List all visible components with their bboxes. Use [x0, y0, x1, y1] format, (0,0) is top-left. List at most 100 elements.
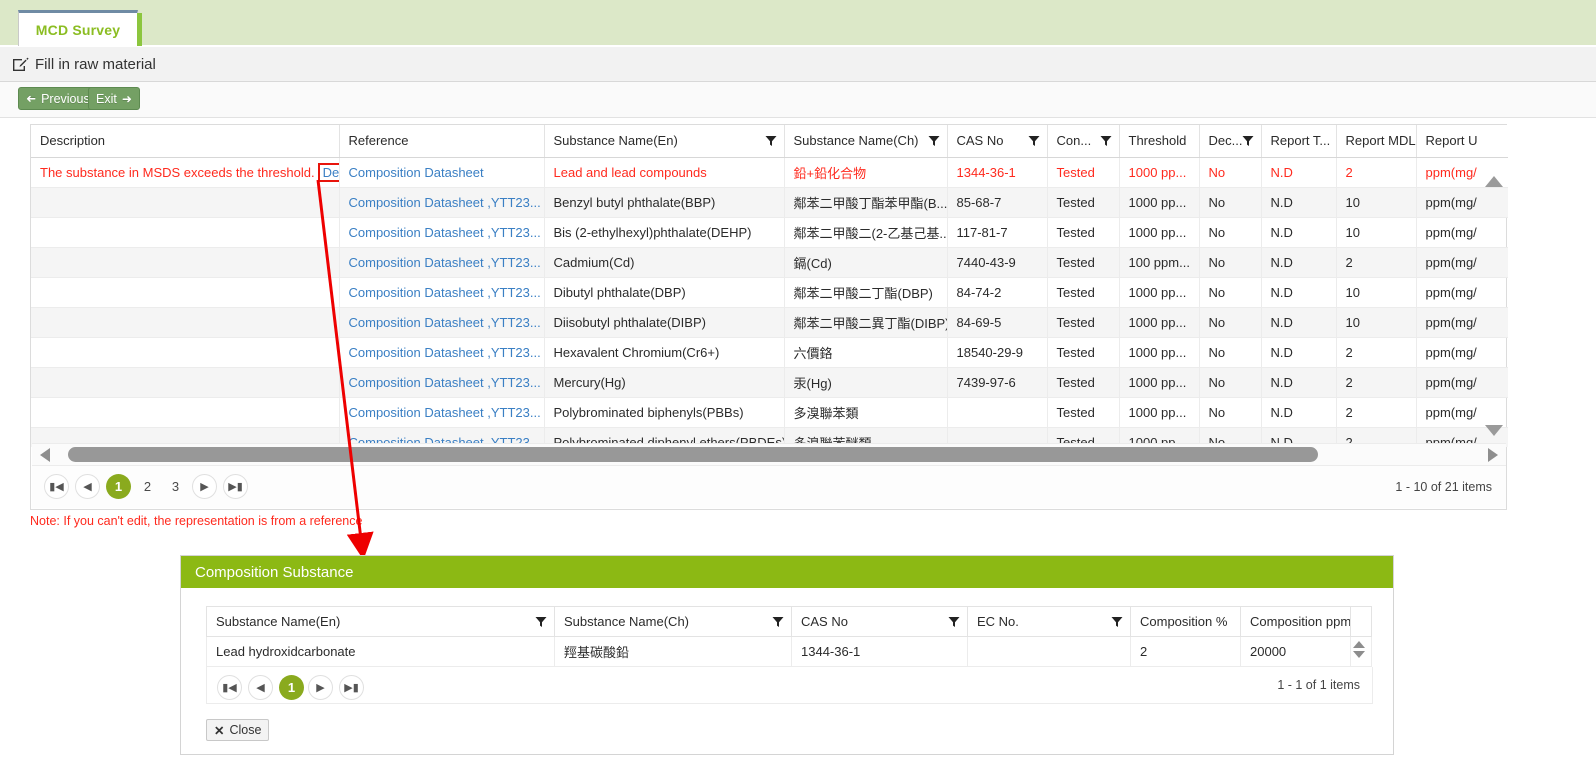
scroll-right-icon[interactable] — [1488, 448, 1498, 462]
dialog-pager-prev-button[interactable]: ◀ — [248, 675, 273, 700]
filter-icon[interactable] — [1242, 135, 1254, 147]
cell-threshold: 1000 pp... — [1119, 217, 1200, 248]
dialog-close-label: Close — [229, 723, 262, 737]
spinner-icon[interactable] — [1353, 641, 1365, 663]
reference-link[interactable]: Composition Datasheet ,YTT23... — [349, 225, 541, 240]
dialog-close-button[interactable]: ✕ Close — [206, 719, 270, 741]
cell-reference[interactable]: Composition Datasheet ,YTT23... — [339, 277, 545, 308]
filter-icon[interactable] — [765, 135, 777, 147]
grid-pager: ▮◀ ◀ 1 2 3 ▶ ▶▮ 1 - 10 of 21 items — [32, 465, 1506, 508]
scroll-left-icon[interactable] — [40, 448, 50, 462]
cell-value: ppm(mg/ — [1425, 284, 1477, 300]
spinner-down-icon[interactable] — [1353, 651, 1365, 658]
cell-value: 7440-43-9 — [956, 254, 1016, 270]
cell-reference[interactable]: Composition Datasheet — [339, 157, 545, 188]
cell-reference[interactable]: Composition Datasheet ,YTT23... — [339, 367, 545, 398]
dialog-pager-first-button[interactable]: ▮◀ — [217, 675, 242, 700]
pager-page-1[interactable]: 1 — [106, 474, 131, 499]
reference-link[interactable]: Composition Datasheet ,YTT23... — [349, 285, 541, 300]
filter-icon[interactable] — [1100, 135, 1112, 147]
dialog-column-header[interactable]: Composition ppm(m... — [1240, 606, 1351, 637]
dialog-pager-next-button[interactable]: ▶ — [308, 675, 333, 700]
grid-column-header[interactable]: Reference — [339, 125, 545, 158]
grid-column-header[interactable]: Report U — [1416, 125, 1508, 158]
tab-mcd-survey[interactable]: MCD Survey — [18, 10, 138, 46]
cell-declare: No — [1199, 367, 1262, 398]
grid-column-label: Report U — [1425, 133, 1478, 149]
table-row[interactable]: Composition Datasheet ,YTT23... Mercury(H… — [31, 367, 1508, 398]
dialog-pager-last-button[interactable]: ▶▮ — [339, 675, 364, 700]
reference-link[interactable]: Composition Datasheet — [349, 165, 484, 180]
dialog-column-header[interactable]: CAS No — [791, 606, 968, 637]
cell-reference[interactable]: Composition Datasheet ,YTT23... — [339, 247, 545, 278]
cell-reference[interactable]: Composition Datasheet ,YTT23... — [339, 187, 545, 218]
grid-column-header[interactable]: Threshold — [1119, 125, 1200, 158]
exit-button[interactable]: Exit ➜ — [88, 87, 140, 110]
pager-page-2[interactable]: 2 — [135, 474, 160, 499]
dialog-cell-ec-no — [967, 636, 1131, 667]
cell-description — [31, 187, 340, 218]
cell-reference[interactable]: Composition Datasheet ,YTT23... — [339, 307, 545, 338]
cell-threshold: 1000 pp... — [1119, 307, 1200, 338]
grid-scroll-viewport[interactable]: Description Reference Substance Name(En) Su… — [31, 125, 1508, 447]
pager-next-button[interactable]: ▶ — [192, 474, 217, 499]
dialog-pager-page-1[interactable]: 1 — [279, 675, 304, 700]
reference-link[interactable]: Composition Datasheet ,YTT23... — [349, 345, 541, 360]
grid-horizontal-scrollbar[interactable] — [32, 443, 1506, 466]
cell-declare: No — [1199, 217, 1262, 248]
grid-column-header[interactable]: Con... — [1047, 125, 1120, 158]
scroll-down-icon[interactable] — [1485, 425, 1503, 436]
grid-column-header[interactable]: Dec... — [1199, 125, 1262, 158]
filter-icon[interactable] — [948, 616, 960, 628]
dialog-cell-spinner[interactable] — [1350, 636, 1372, 667]
reference-link[interactable]: Composition Datasheet ,YTT23... — [349, 255, 541, 270]
cell-report-t: N.D — [1261, 187, 1337, 218]
cell-reference[interactable]: Composition Datasheet ,YTT23... — [339, 337, 545, 368]
dialog-column-label: EC No. — [977, 614, 1019, 629]
table-row[interactable]: Composition Datasheet ,YTT23... Cadmium(C… — [31, 247, 1508, 278]
reference-link[interactable]: Composition Datasheet ,YTT23... — [349, 195, 541, 210]
scroll-up-icon[interactable] — [1485, 176, 1503, 187]
dialog-column-header[interactable]: Composition % — [1130, 606, 1241, 637]
filter-icon[interactable] — [1028, 135, 1040, 147]
filter-icon[interactable] — [1111, 616, 1123, 628]
horizontal-scroll-thumb[interactable] — [68, 447, 1318, 462]
table-row[interactable]: Composition Datasheet ,YTT23... Diisobuty… — [31, 307, 1508, 338]
table-row[interactable]: Composition Datasheet ,YTT23... Hexavalen… — [31, 337, 1508, 368]
dialog-column-header[interactable] — [1350, 606, 1372, 637]
grid-column-header[interactable]: CAS No — [947, 125, 1048, 158]
pager-first-button[interactable]: ▮◀ — [44, 474, 69, 499]
dialog-title: Composition Substance — [195, 563, 354, 581]
reference-link[interactable]: Composition Datasheet ,YTT23... — [349, 405, 541, 420]
grid-column-header[interactable]: Substance Name(En) — [544, 125, 785, 158]
dialog-column-header[interactable]: Substance Name(En) — [206, 606, 555, 637]
cell-value: 多溴聯苯類 — [793, 405, 859, 421]
dialog-column-header[interactable]: Substance Name(Ch) — [554, 606, 792, 637]
cell-value: Tested — [1056, 314, 1095, 330]
grid-column-header[interactable]: Description — [31, 125, 340, 158]
reference-link[interactable]: Composition Datasheet ,YTT23... — [349, 375, 541, 390]
table-row[interactable]: Composition Datasheet ,YTT23... Polybromi… — [31, 397, 1508, 428]
filter-icon[interactable] — [535, 616, 547, 628]
dialog-table-row[interactable]: Lead hydroxidcarbonate 羥基碳酸鉛 1344-36-1 2 200… — [206, 636, 1372, 667]
table-row[interactable]: Composition Datasheet ,YTT23... Benzyl bu… — [31, 187, 1508, 218]
filter-icon[interactable] — [772, 616, 784, 628]
dialog-column-header[interactable]: EC No. — [967, 606, 1131, 637]
previous-button[interactable]: ➜ Previous — [18, 87, 98, 110]
grid-column-header[interactable]: Report MDL — [1336, 125, 1417, 158]
table-row[interactable]: Composition Datasheet ,YTT23... Bis (2-et… — [31, 217, 1508, 248]
pager-prev-button[interactable]: ◀ — [75, 474, 100, 499]
grid-column-header[interactable]: Substance Name(Ch) — [784, 125, 948, 158]
spinner-up-icon[interactable] — [1353, 641, 1365, 648]
detail-link[interactable]: Detail — [317, 162, 338, 182]
reference-link[interactable]: Composition Datasheet ,YTT23... — [349, 315, 541, 330]
cell-reference[interactable]: Composition Datasheet ,YTT23... — [339, 217, 545, 248]
grid-column-header[interactable]: Report T... — [1261, 125, 1337, 158]
table-row[interactable]: The substance in MSDS exceeds the thresh… — [31, 157, 1508, 188]
table-row[interactable]: Composition Datasheet ,YTT23... Dibutyl p… — [31, 277, 1508, 308]
pager-last-button[interactable]: ▶▮ — [223, 474, 248, 499]
cell-reference[interactable]: Composition Datasheet ,YTT23... — [339, 397, 545, 428]
grid-vertical-scroll[interactable] — [1483, 158, 1505, 446]
filter-icon[interactable] — [928, 135, 940, 147]
pager-page-3[interactable]: 3 — [163, 474, 188, 499]
